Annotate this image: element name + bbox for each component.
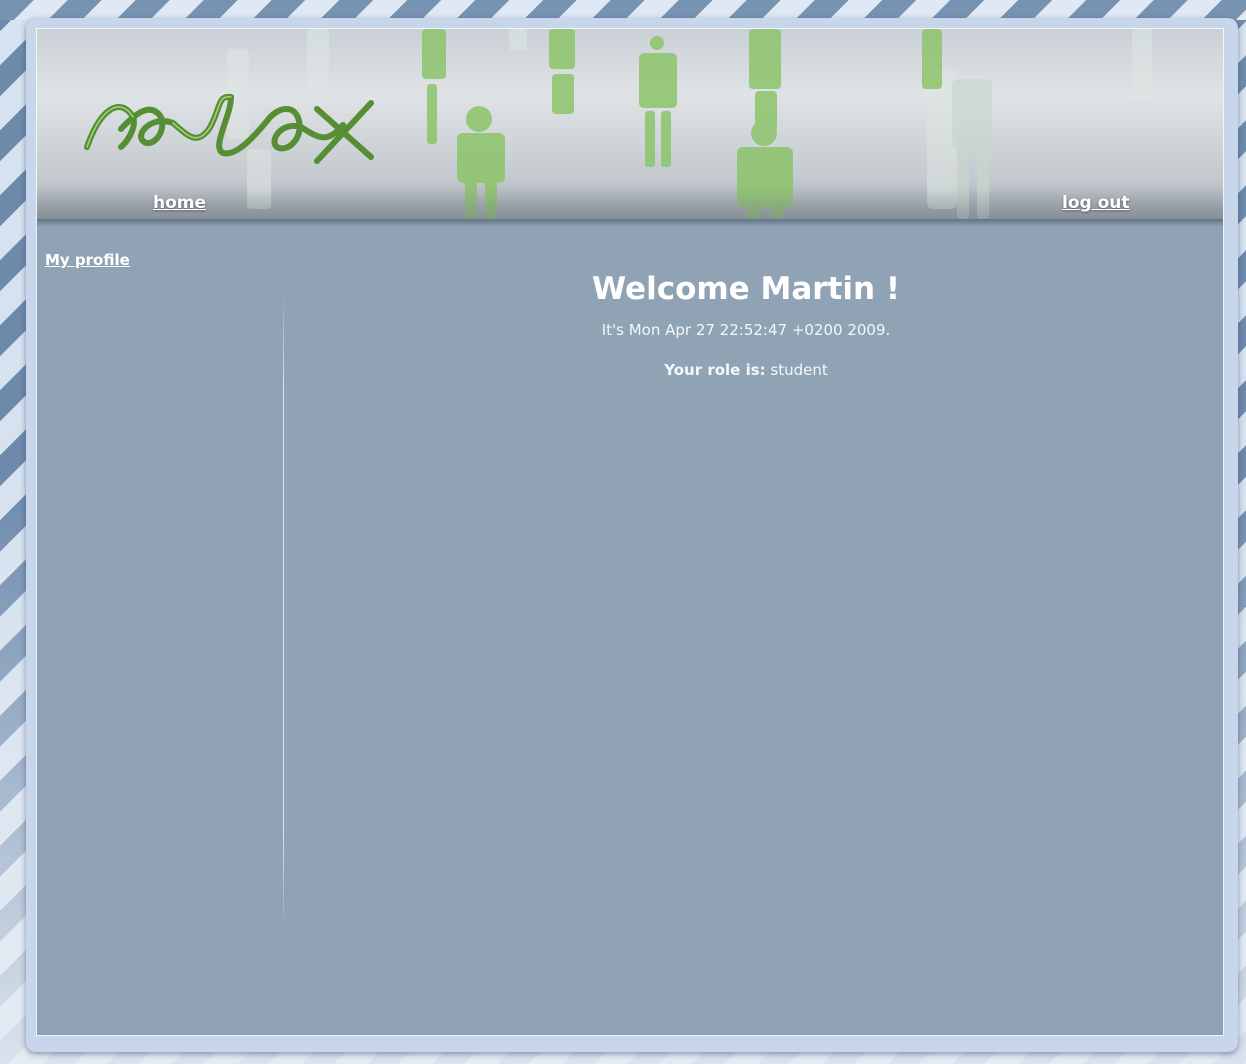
page-inner: relax home log out My profile Welcome Ma… — [36, 28, 1224, 1036]
nav-home-link[interactable]: home — [153, 193, 206, 213]
banner-shadow — [37, 219, 1223, 227]
main-content: Welcome Martin ! It's Mon Apr 27 22:52:4… — [284, 269, 1208, 379]
banner-floor — [37, 189, 1223, 219]
nav-logout-link[interactable]: log out — [1062, 193, 1130, 213]
header-banner: relax home log out — [37, 29, 1223, 219]
welcome-heading: Welcome Martin ! — [591, 271, 901, 307]
role-label: Your role is: — [664, 361, 766, 380]
role-line: Your role is: student — [284, 361, 1208, 379]
sidebar-divider — [283, 291, 284, 931]
background-stripes — [0, 0, 1246, 20]
relax-logo-icon: relax — [84, 93, 374, 164]
page-frame: relax home log out My profile Welcome Ma… — [26, 18, 1238, 1052]
date-text: It's Mon Apr 27 22:52:47 +0200 2009. — [601, 321, 891, 340]
sidebar-item-my-profile[interactable]: My profile — [45, 251, 130, 269]
role-value: student — [770, 361, 828, 380]
